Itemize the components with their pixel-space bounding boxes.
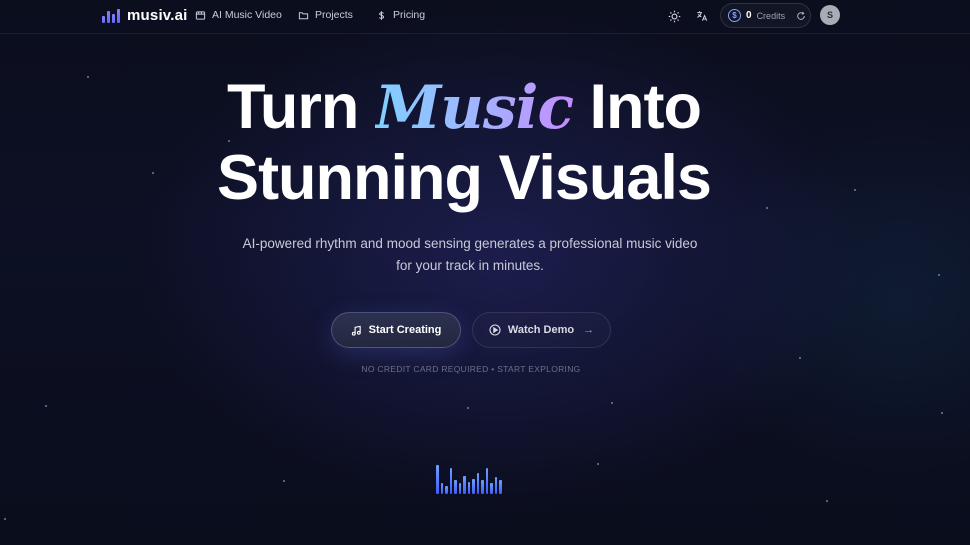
- equalizer-bar: [436, 465, 439, 494]
- music-note-icon: [351, 325, 361, 336]
- start-creating-button[interactable]: Start Creating: [331, 312, 461, 348]
- headline-word: Into: [589, 72, 702, 142]
- hero-headline: Turn Music Into Stunning Visuals: [0, 72, 928, 213]
- star-decoration: [938, 274, 940, 276]
- equalizer-bar: [485, 468, 488, 494]
- hero-subtitle: AI-powered rhythm and mood sensing gener…: [242, 236, 698, 273]
- star-decoration: [826, 500, 828, 502]
- equalizer-bar: [499, 480, 502, 494]
- equalizer-bar: [445, 486, 448, 494]
- credits-label: Credits: [756, 10, 786, 21]
- equalizer-bar: [454, 480, 457, 494]
- equalizer-bar: [494, 477, 497, 494]
- equalizer-bar: [458, 483, 461, 494]
- credits-count: 0: [746, 10, 752, 21]
- star-decoration: [283, 480, 285, 482]
- video-icon: [195, 10, 206, 20]
- top-nav: musiv.ai AI Music Video Projects Pricing…: [0, 0, 970, 34]
- star-decoration: [941, 412, 943, 414]
- credits-pill[interactable]: $ 0 Credits: [720, 3, 811, 28]
- arrow-right-icon: →: [583, 324, 595, 336]
- star-decoration: [611, 402, 613, 404]
- nav-link-ai-music-video[interactable]: AI Music Video: [195, 9, 282, 21]
- star-decoration: [799, 357, 801, 359]
- watch-demo-button[interactable]: Watch Demo →: [472, 312, 611, 348]
- avatar[interactable]: S: [820, 5, 840, 25]
- equalizer-bar: [490, 483, 493, 494]
- translate-icon[interactable]: [695, 9, 709, 23]
- logo[interactable]: musiv.ai: [102, 7, 188, 24]
- sun-icon[interactable]: [667, 9, 681, 23]
- dollar-icon: [379, 10, 385, 20]
- star-decoration: [4, 518, 6, 520]
- watch-demo-label: Watch Demo: [507, 324, 575, 336]
- equalizer-bar: [472, 479, 475, 494]
- headline-line-2: Stunning Visuals: [217, 143, 712, 213]
- equalizer-bar: [467, 482, 470, 494]
- folder-icon: [298, 11, 309, 19]
- start-creating-label: Start Creating: [368, 324, 442, 336]
- nav-link-projects[interactable]: Projects: [298, 9, 353, 21]
- equalizer-bar: [449, 468, 452, 494]
- nav-link-label: AI Music Video: [212, 9, 282, 21]
- logo-text: musiv.ai: [127, 7, 188, 24]
- equalizer-bar: [440, 483, 443, 494]
- equalizer-bar: [476, 473, 479, 494]
- nav-link-label: Projects: [315, 9, 353, 21]
- equalizer-graphic: [436, 462, 502, 494]
- nav-link-label: Pricing: [393, 9, 426, 21]
- star-decoration: [45, 405, 47, 407]
- refresh-icon[interactable]: [796, 11, 806, 21]
- equalizer-bar: [481, 480, 484, 494]
- hero-note: NO CREDIT CARD REQUIRED • START EXPLORIN…: [361, 364, 581, 374]
- dollar-coin-icon: $: [728, 9, 741, 22]
- headline-word: Turn: [227, 72, 359, 142]
- nav-link-pricing[interactable]: Pricing: [376, 9, 425, 21]
- star-decoration: [467, 407, 469, 409]
- headline-accent-word: Music: [374, 73, 574, 143]
- equalizer-bar: [463, 476, 466, 494]
- logo-bars-icon: [102, 8, 120, 23]
- play-circle-icon: [489, 324, 501, 336]
- star-decoration: [597, 463, 599, 465]
